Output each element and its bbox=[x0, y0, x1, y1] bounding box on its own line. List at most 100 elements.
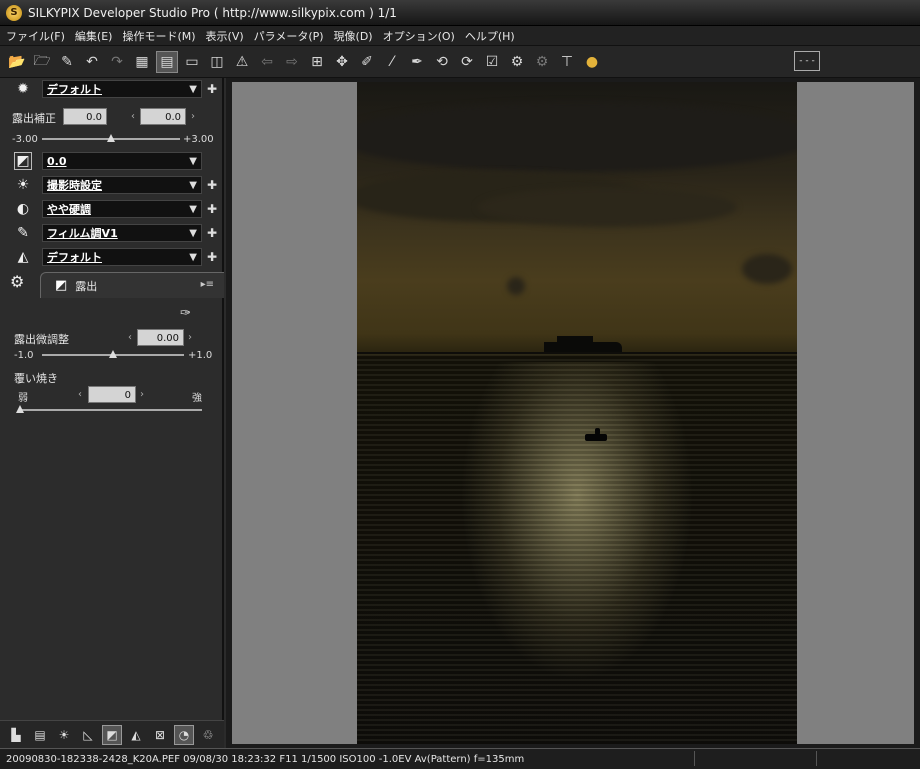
dodge-weak-label: 弱 bbox=[18, 393, 28, 404]
rotate-left-icon[interactable]: ⟲ bbox=[431, 51, 453, 73]
add-icon[interactable]: ✚ bbox=[207, 82, 217, 96]
next-icon[interactable]: ⇨ bbox=[281, 51, 303, 73]
prev-icon[interactable]: ⇦ bbox=[256, 51, 278, 73]
wb-adjust-icon[interactable]: ☀ bbox=[54, 725, 74, 745]
contrast-icon[interactable]: ◐ bbox=[12, 200, 34, 218]
tone-select[interactable]: 0.0 ▼ bbox=[42, 152, 202, 170]
menu-help[interactable]: ヘルプ(H) bbox=[465, 28, 515, 44]
menu-view[interactable]: 表示(V) bbox=[206, 28, 244, 44]
monitor-icon[interactable]: - - - bbox=[794, 51, 820, 71]
tone-row: ◩ 0.0 ▼ bbox=[0, 150, 224, 172]
gear-icon[interactable]: ✹ bbox=[12, 80, 34, 98]
exposure-max: +3.00 bbox=[183, 134, 214, 145]
undo-icon[interactable]: ↶ bbox=[81, 51, 103, 73]
exposure-slider-thumb[interactable] bbox=[107, 134, 115, 142]
crop-icon[interactable]: ⊞ bbox=[306, 51, 328, 73]
menu-option[interactable]: オプション(O) bbox=[383, 28, 455, 44]
hammer-icon[interactable]: ⊤ bbox=[556, 51, 578, 73]
gears-tab-icon[interactable]: ⚙ bbox=[10, 272, 24, 291]
grid-view-icon[interactable]: ▦ bbox=[131, 51, 153, 73]
window-title: SILKYPIX Developer Studio Pro ( http://w… bbox=[28, 5, 397, 20]
crop-adjust-icon[interactable]: ⊠ bbox=[150, 725, 170, 745]
sun-icon[interactable]: ☀ bbox=[12, 176, 34, 194]
chevron-down-icon: ▼ bbox=[189, 251, 197, 263]
contrast-select[interactable]: やや硬調 ▼ bbox=[42, 200, 202, 218]
tab-menu-icon[interactable]: ▸≡ bbox=[201, 279, 214, 290]
pen-icon[interactable]: ✒ bbox=[406, 51, 428, 73]
gray-dropper-icon[interactable]: ✐ bbox=[356, 51, 378, 73]
dodge-slider[interactable] bbox=[20, 409, 202, 411]
lens-adjust-icon[interactable]: ♲ bbox=[198, 725, 218, 745]
exposure-input-1[interactable]: 0.0 bbox=[63, 108, 107, 125]
dodge-label: 覆い焼き bbox=[14, 372, 58, 385]
single-view-icon[interactable]: ▭ bbox=[181, 51, 203, 73]
folder-open-icon[interactable]: 📂 bbox=[6, 51, 28, 73]
tone-curve-icon[interactable]: ◩ bbox=[14, 152, 32, 170]
add-icon[interactable]: ✚ bbox=[207, 202, 217, 216]
add-icon[interactable]: ✚ bbox=[207, 250, 217, 264]
menu-develop[interactable]: 現像(D) bbox=[334, 28, 373, 44]
exposure-decrement-icon[interactable]: ‹ bbox=[131, 111, 135, 122]
chevron-down-icon: ▼ bbox=[189, 227, 197, 239]
warning-icon[interactable]: ⚠ bbox=[231, 51, 253, 73]
exposure-adjust-icon[interactable]: ◩ bbox=[102, 724, 122, 745]
batch-develop-icon[interactable]: ⚙ bbox=[531, 51, 553, 73]
cloud bbox=[742, 254, 792, 284]
preview-canvas[interactable] bbox=[232, 82, 914, 744]
exposure-increment-icon[interactable]: › bbox=[191, 111, 195, 122]
add-icon[interactable]: ✚ bbox=[207, 178, 217, 192]
brush-icon[interactable]: ⁄ bbox=[381, 51, 403, 73]
sharp-row: ◭ デフォルト ▼ ✚ bbox=[0, 246, 224, 268]
exposure-input-2[interactable]: 0.0 bbox=[140, 108, 186, 125]
chevron-down-icon: ▼ bbox=[189, 83, 197, 95]
water-ripples bbox=[357, 354, 797, 744]
color-select[interactable]: フィルム調V1 ▼ bbox=[42, 224, 202, 242]
status-bar: 20090830-182338-2428_K20A.PEF 09/08/30 1… bbox=[0, 748, 920, 769]
dodge-input[interactable]: 0 bbox=[88, 386, 136, 403]
compare-view-icon[interactable]: ◫ bbox=[206, 51, 228, 73]
taste-select-value: デフォルト bbox=[47, 83, 102, 96]
dodge-decrement-icon[interactable]: ‹ bbox=[78, 389, 82, 400]
panel-bottom-bar: ▙ ▤ ☀ ◺ ◩ ◭ ⊠ ◔ ♲ bbox=[0, 720, 224, 748]
coin-icon[interactable]: ● bbox=[581, 51, 603, 73]
combined-view-icon[interactable]: ▤ bbox=[156, 50, 178, 73]
fine-exposure-input[interactable]: 0.00 bbox=[137, 329, 184, 346]
comment-icon[interactable]: ▤ bbox=[30, 725, 50, 745]
rotate-adjust-icon[interactable]: ◔ bbox=[174, 724, 194, 745]
color-dropper-icon[interactable]: ✎ bbox=[12, 224, 34, 242]
develop-icon[interactable]: ⚙ bbox=[506, 51, 528, 73]
eyedropper-icon[interactable]: ✑ bbox=[180, 306, 191, 321]
redo-icon[interactable]: ↷ bbox=[106, 51, 128, 73]
wb-select[interactable]: 撮影時設定 ▼ bbox=[42, 176, 202, 194]
sharp-select[interactable]: デフォルト ▼ bbox=[42, 248, 202, 266]
chevron-down-icon: ▼ bbox=[189, 179, 197, 191]
sharpness-icon[interactable]: ◭ bbox=[12, 248, 34, 266]
menu-parameter[interactable]: パラメータ(P) bbox=[254, 28, 324, 44]
fine-min: -1.0 bbox=[14, 350, 34, 361]
preview-photo[interactable] bbox=[357, 82, 797, 744]
sharpness-adjust-icon[interactable]: ◭ bbox=[126, 725, 146, 745]
app-logo-icon: S bbox=[6, 4, 22, 21]
menu-file[interactable]: ファイル(F) bbox=[6, 28, 65, 44]
rotate-right-icon[interactable]: ⟳ bbox=[456, 51, 478, 73]
check-icon[interactable]: ☑ bbox=[481, 51, 503, 73]
dodge-slider-thumb[interactable] bbox=[16, 405, 24, 413]
spot-icon[interactable]: ✥ bbox=[331, 51, 353, 73]
tab-exposure[interactable]: ◩ 露出 ▸≡ bbox=[40, 272, 224, 298]
add-icon[interactable]: ✚ bbox=[207, 226, 217, 240]
taste-select[interactable]: デフォルト ▼ bbox=[42, 80, 202, 98]
fine-exposure-slider-thumb[interactable] bbox=[109, 350, 117, 358]
menu-mode[interactable]: 操作モード(M) bbox=[122, 28, 195, 44]
satellite-icon[interactable]: ✎ bbox=[56, 51, 78, 73]
fine-exposure-label: 露出微調整 bbox=[14, 333, 69, 346]
fine-decrement-icon[interactable]: ‹ bbox=[128, 332, 132, 343]
tone-adjust-icon[interactable]: ◺ bbox=[78, 725, 98, 745]
folder-open-2-icon[interactable]: 🗁 bbox=[31, 51, 53, 73]
color-row: ✎ フィルム調V1 ▼ ✚ bbox=[0, 222, 224, 244]
control-panel: ✹ デフォルト ▼ ✚ 露出補正 0.0 ‹ 0.0 › -3.00 +3.00… bbox=[0, 78, 224, 748]
ship bbox=[544, 342, 622, 352]
menu-edit[interactable]: 編集(E) bbox=[75, 28, 113, 44]
dodge-increment-icon[interactable]: › bbox=[140, 389, 144, 400]
histogram-icon[interactable]: ▙ bbox=[6, 725, 26, 745]
fine-increment-icon[interactable]: › bbox=[188, 332, 192, 343]
